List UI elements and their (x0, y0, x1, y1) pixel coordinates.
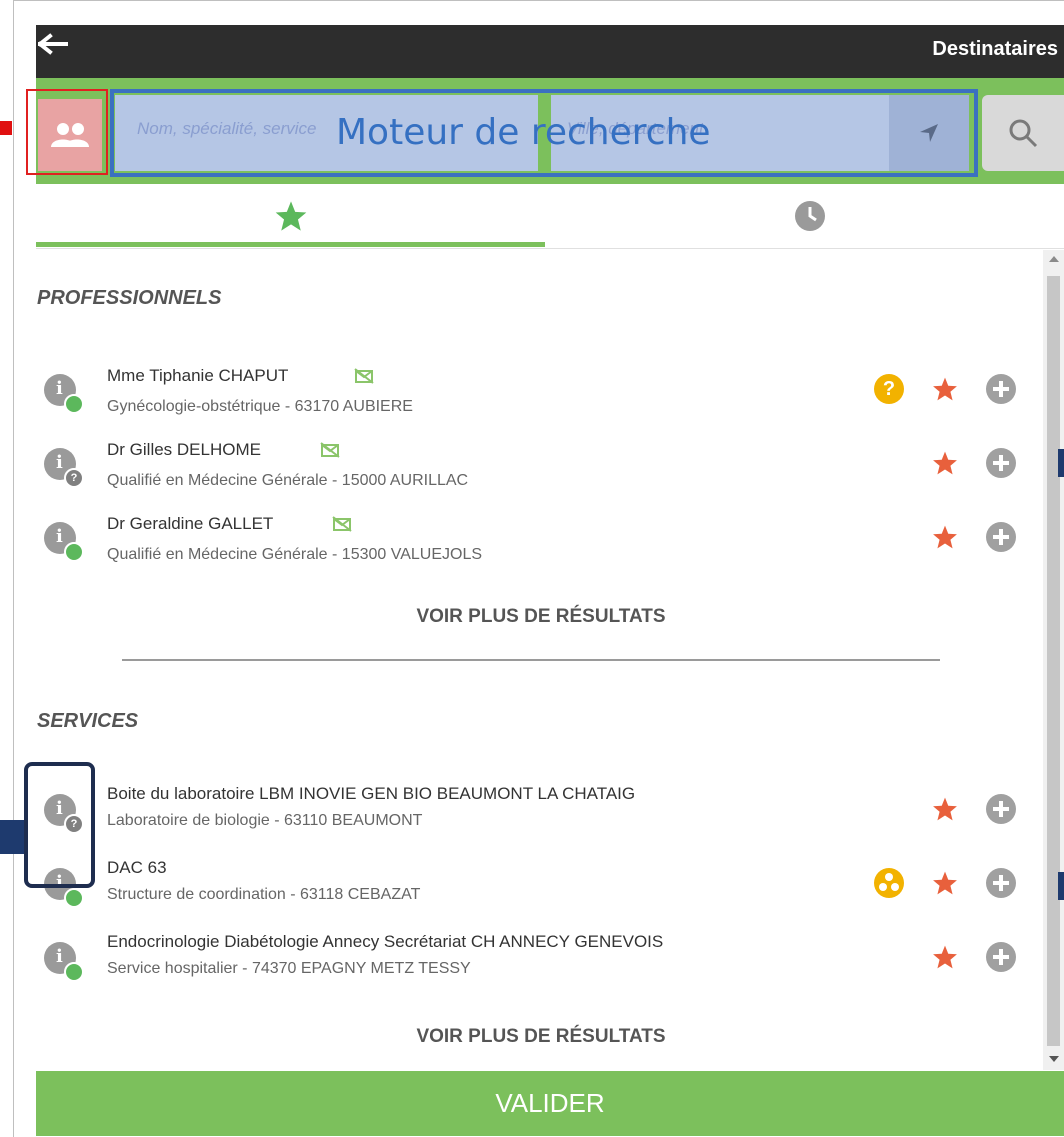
recipient-detail: Gynécologie-obstétrique - 63170 AUBIERE (107, 398, 413, 415)
tab-favorites[interactable] (36, 184, 545, 248)
back-arrow-icon[interactable] (38, 33, 68, 55)
dots-icon (879, 873, 899, 891)
section-title-professionals: PROFESSIONNELS (37, 287, 222, 309)
annotation-marker-red (0, 121, 12, 135)
list-item[interactable]: i? Boite du laboratoire LBM INOVIE GEN B… (36, 782, 1026, 852)
recipient-detail: Laboratoire de biologie - 63110 BEAUMONT (107, 812, 423, 829)
status-unknown-icon: ? (64, 468, 84, 488)
scroll-up-arrow-icon[interactable] (1049, 256, 1059, 262)
mssante-disabled-icon (320, 442, 340, 458)
annotation-marker-right-1 (1058, 449, 1064, 477)
status-ok-icon (64, 394, 84, 414)
status-ok-icon (64, 888, 84, 908)
recipient-name: Mme Tiphanie CHAPUT (107, 366, 289, 385)
active-tab-indicator (36, 242, 545, 247)
status-icons-highlight (24, 762, 95, 888)
tabs (36, 184, 1064, 249)
add-recipient-icon[interactable] (986, 868, 1016, 898)
list-item[interactable]: i? Dr Gilles DELHOME Qualifié en Médecin… (36, 436, 1026, 506)
add-recipient-icon[interactable] (986, 374, 1016, 404)
annotation-marker-left (0, 820, 24, 854)
tab-history[interactable] (556, 184, 1064, 248)
favorite-star-icon[interactable] (932, 376, 958, 402)
coordination-group-icon[interactable] (874, 868, 904, 898)
info-icon[interactable]: i (44, 942, 84, 982)
validate-button[interactable]: VALIDER (36, 1071, 1064, 1136)
add-recipient-icon[interactable] (986, 522, 1016, 552)
scroll-down-arrow-icon[interactable] (1049, 1056, 1059, 1062)
favorite-star-icon[interactable] (932, 450, 958, 476)
status-ok-icon (64, 542, 84, 562)
search-engine-annotation: Moteur de recherche (336, 112, 711, 153)
scroll-thumb[interactable] (1047, 276, 1060, 1046)
recipient-name: DAC 63 (107, 858, 167, 877)
list-item[interactable]: i Endocrinologie Diabétologie Annecy Sec… (36, 930, 1026, 1000)
top-bar: Destinataires (36, 25, 1064, 78)
star-icon (275, 201, 306, 231)
recipient-name: Dr Geraldine GALLET (107, 514, 274, 533)
mssante-disabled-icon (332, 516, 352, 532)
results-scrollbar[interactable] (1043, 250, 1064, 1070)
recipient-name: Dr Gilles DELHOME (107, 440, 261, 459)
show-more-services-button[interactable]: VOIR PLUS DE RÉSULTATS (36, 1026, 1046, 1048)
add-recipient-icon[interactable] (986, 942, 1016, 972)
recipient-name: Boite du laboratoire LBM INOVIE GEN BIO … (107, 784, 636, 803)
favorite-star-icon[interactable] (932, 870, 958, 896)
group-button-highlight (26, 89, 108, 175)
clock-icon (795, 201, 825, 231)
list-item[interactable]: i DAC 63 Structure de coordination - 631… (36, 856, 1026, 926)
search-button[interactable] (982, 95, 1064, 171)
annotation-marker-right-2 (1058, 872, 1064, 900)
list-item[interactable]: i Mme Tiphanie CHAPUT Gynécologie-obstét… (36, 362, 1026, 432)
recipient-detail: Service hospitalier - 74370 EPAGNY METZ … (107, 960, 471, 977)
favorite-star-icon[interactable] (932, 944, 958, 970)
list-item[interactable]: i Dr Geraldine GALLET Qualifié en Médeci… (36, 510, 1026, 580)
search-icon (1009, 119, 1038, 148)
recipient-detail: Structure de coordination - 63118 CEBAZA… (107, 886, 421, 903)
info-icon[interactable]: i? (44, 448, 84, 488)
info-icon[interactable]: i (44, 374, 84, 414)
mssante-disabled-icon (354, 368, 374, 384)
recipient-name: Endocrinologie Diabétologie Annecy Secré… (107, 932, 664, 951)
recipient-detail: Qualifié en Médecine Générale - 15000 AU… (107, 472, 469, 489)
recipient-detail: Qualifié en Médecine Générale - 15300 VA… (107, 546, 483, 563)
section-title-services: SERVICES (37, 710, 139, 732)
help-icon[interactable]: ? (874, 374, 904, 404)
section-divider (122, 659, 940, 661)
status-ok-icon (64, 962, 84, 982)
info-icon[interactable]: i (44, 522, 84, 562)
add-recipient-icon[interactable] (986, 794, 1016, 824)
page-title: Destinataires (932, 38, 1058, 60)
add-recipient-icon[interactable] (986, 448, 1016, 478)
favorite-star-icon[interactable] (932, 796, 958, 822)
show-more-professionals-button[interactable]: VOIR PLUS DE RÉSULTATS (36, 606, 1046, 628)
favorite-star-icon[interactable] (932, 524, 958, 550)
